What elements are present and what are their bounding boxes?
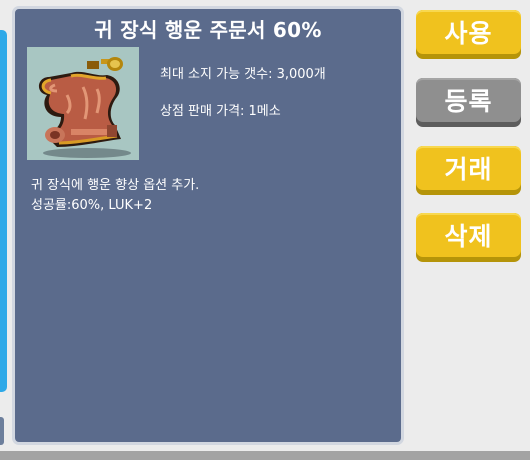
item-description: 귀 장식에 행운 향상 옵션 추가. — [31, 178, 200, 193]
max-hold-count: 최대 소지 가능 갯수: 3,000개 — [160, 67, 326, 82]
register-button[interactable]: 등록 — [416, 78, 521, 127]
item-info-panel: 귀 장식 행운 주문서 60% 최대 소지 가능 갯수: 3,000개 상점 판… — [12, 6, 404, 445]
trade-button-label: 거래 — [416, 146, 521, 190]
use-button[interactable]: 사용 — [416, 10, 521, 59]
delete-button[interactable]: 삭제 — [416, 213, 521, 262]
register-button-label: 등록 — [416, 78, 521, 122]
item-stats: 성공률:60%, LUK+2 — [31, 198, 153, 213]
use-button-label: 사용 — [416, 10, 521, 54]
bottom-bar — [0, 451, 530, 460]
item-icon-frame — [27, 47, 139, 160]
side-list-handle[interactable] — [0, 417, 4, 445]
item-title: 귀 장식 행운 주문서 60% — [94, 18, 322, 42]
trade-button[interactable]: 거래 — [416, 146, 521, 195]
scroll-icon — [38, 57, 131, 158]
side-list-strip — [0, 30, 7, 392]
delete-button-label: 삭제 — [416, 213, 521, 257]
shop-sell-price: 상점 판매 가격: 1메소 — [160, 104, 281, 119]
